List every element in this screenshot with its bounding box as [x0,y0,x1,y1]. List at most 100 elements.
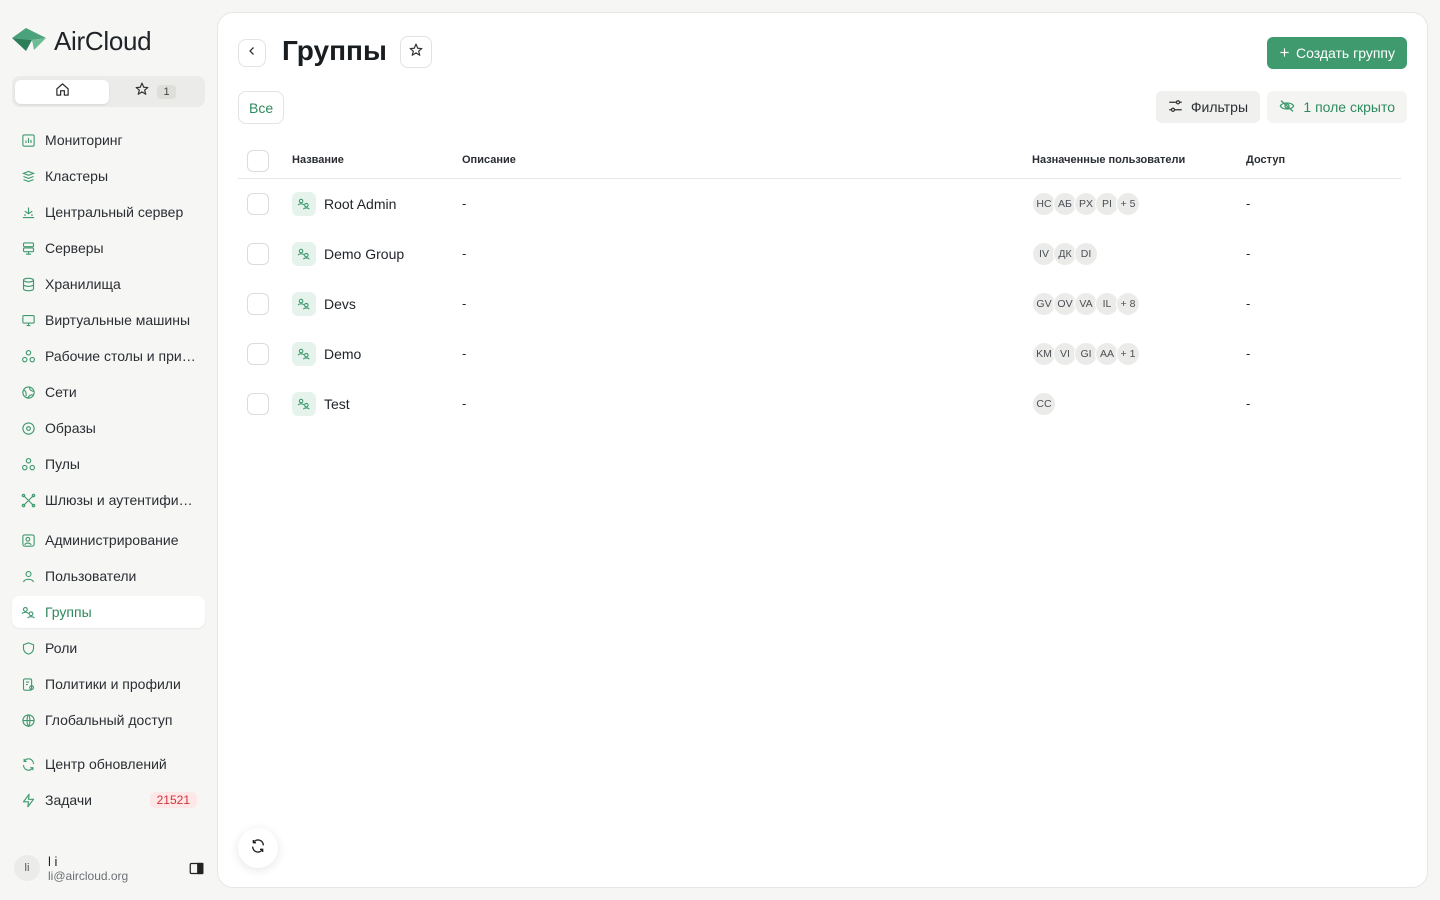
refresh-icon [20,756,36,772]
sidebar-item-gateways[interactable]: Шлюзы и аутентификация [12,484,205,516]
group-description: - [462,346,467,361]
table-row[interactable]: Root Admin - HC АБ PX PI + 5 - [238,179,1401,229]
sidebar-item-monitoring[interactable]: Мониторинг [12,124,205,156]
favorite-button[interactable] [400,36,432,68]
network-icon [20,384,36,400]
home-tab[interactable] [15,79,109,104]
monitor-icon [20,312,36,328]
column-header-access[interactable]: Доступ [1246,154,1285,166]
filters-button[interactable]: Фильтры [1155,91,1260,123]
group-name[interactable]: Demo Group [324,246,404,262]
group-name[interactable]: Devs [324,296,356,312]
group-description: - [462,196,467,211]
globe-icon [20,712,36,728]
sidebar-item-desktops[interactable]: Рабочие столы и приложения [12,340,205,372]
user-info: l i li@aircloud.org [48,854,128,883]
avatar: CC [1032,392,1056,416]
sidebar-item-groups[interactable]: Группы [12,596,205,628]
table-row[interactable]: Demo Group - IV ДК DI - [238,229,1401,279]
sidebar-item-label: Глобальный доступ [45,712,173,728]
sidebar-item-networks[interactable]: Сети [12,376,205,408]
sidebar-item-roles[interactable]: Роли [12,632,205,664]
sidebar-item-label: Группы [45,604,92,620]
table-row[interactable]: Demo - KM VI GI AA + 1 - [238,329,1401,379]
plus-icon [1279,45,1290,61]
server-icon [20,240,36,256]
group-icon [292,292,316,316]
sidebar-item-global-access[interactable]: Глобальный доступ [12,704,205,736]
sidebar-item-label: Образы [45,420,96,436]
group-description: - [462,396,467,411]
assigned-users[interactable]: GV OV VA IL + 8 [1032,292,1140,316]
refresh-button[interactable] [238,828,278,868]
sidebar-item-label: Задачи [45,792,93,808]
chevron-left-icon [246,44,258,62]
sidebar-item-central-server[interactable]: Центральный сервер [12,196,205,228]
group-name[interactable]: Demo [324,346,361,362]
layers-icon [20,168,36,184]
quick-switch: 1 [12,76,205,107]
assigned-users[interactable]: CC [1032,392,1056,416]
policy-icon [20,676,36,692]
favorites-tab[interactable]: 1 [109,80,202,104]
aircloud-logo-icon [10,24,48,59]
group-access: - [1246,346,1251,361]
user-profile[interactable]: li l i li@aircloud.org [14,852,204,884]
column-header-name[interactable]: Название [292,154,344,166]
assigned-users[interactable]: IV ДК DI [1032,242,1098,266]
logo[interactable]: AirCloud [10,24,152,59]
group-name[interactable]: Test [324,396,350,412]
group-description: - [462,296,467,311]
sidebar-item-label: Центр обновлений [45,756,167,772]
sidebar-item-images[interactable]: Образы [12,412,205,444]
row-checkbox[interactable] [247,393,269,415]
sidebar-item-label: Шлюзы и аутентификация [45,492,197,508]
table-header: Название Описание Назначенные пользовате… [238,143,1401,179]
home-icon [55,82,70,102]
sidebar-item-pools[interactable]: Пулы [12,448,205,480]
group-icon [20,604,36,620]
sidebar-item-label: Политики и профили [45,676,181,692]
sidebar-item-storage[interactable]: Хранилища [12,268,205,300]
database-icon [20,276,36,292]
avatar: DI [1074,242,1098,266]
avatar: li [14,855,40,881]
create-group-button[interactable]: Создать группу [1267,37,1407,69]
sidebar-item-label: Центральный сервер [45,204,184,220]
filters-label: Фильтры [1190,99,1248,115]
group-description: - [462,246,467,261]
sidebar-toggle-icon[interactable] [188,860,204,876]
sidebar-item-users[interactable]: Пользователи [12,560,205,592]
column-header-users[interactable]: Назначенные пользователи [1032,154,1185,166]
sidebar-item-clusters[interactable]: Кластеры [12,160,205,192]
assigned-users[interactable]: HC АБ PX PI + 5 [1032,192,1140,216]
column-header-description[interactable]: Описание [462,154,516,166]
table-row[interactable]: Devs - GV OV VA IL + 8 - [238,279,1401,329]
groups-table: Название Описание Назначенные пользовате… [238,143,1401,429]
sidebar-item-label: Пулы [45,456,80,472]
app-name: AirCloud [54,25,152,56]
favorites-count: 1 [157,84,176,99]
sidebar-item-vms[interactable]: Виртуальные машины [12,304,205,336]
sidebar-item-administration[interactable]: Администрирование [12,524,205,556]
sidebar-item-policies[interactable]: Политики и профили [12,668,205,700]
filter-all-chip[interactable]: Все [238,91,285,124]
select-all-checkbox[interactable] [247,150,269,172]
hidden-fields-button[interactable]: 1 поле скрыто [1267,91,1407,123]
sidebar-item-tasks[interactable]: Задачи 21521 [12,784,205,816]
table-row[interactable]: Test - CC - [238,379,1401,429]
row-checkbox[interactable] [247,193,269,215]
tasks-count-badge: 21521 [149,792,197,808]
user-icon [20,568,36,584]
sidebar-item-servers[interactable]: Серверы [12,232,205,264]
sliders-icon [1168,99,1183,116]
disc-icon [20,420,36,436]
row-checkbox[interactable] [247,343,269,365]
sidebar-item-update-center[interactable]: Центр обновлений [12,748,205,780]
group-name[interactable]: Root Admin [324,196,396,212]
assigned-users[interactable]: KM VI GI AA + 1 [1032,342,1140,366]
row-checkbox[interactable] [247,243,269,265]
sidebar-item-label: Кластеры [45,168,108,184]
row-checkbox[interactable] [247,293,269,315]
back-button[interactable] [238,39,266,67]
